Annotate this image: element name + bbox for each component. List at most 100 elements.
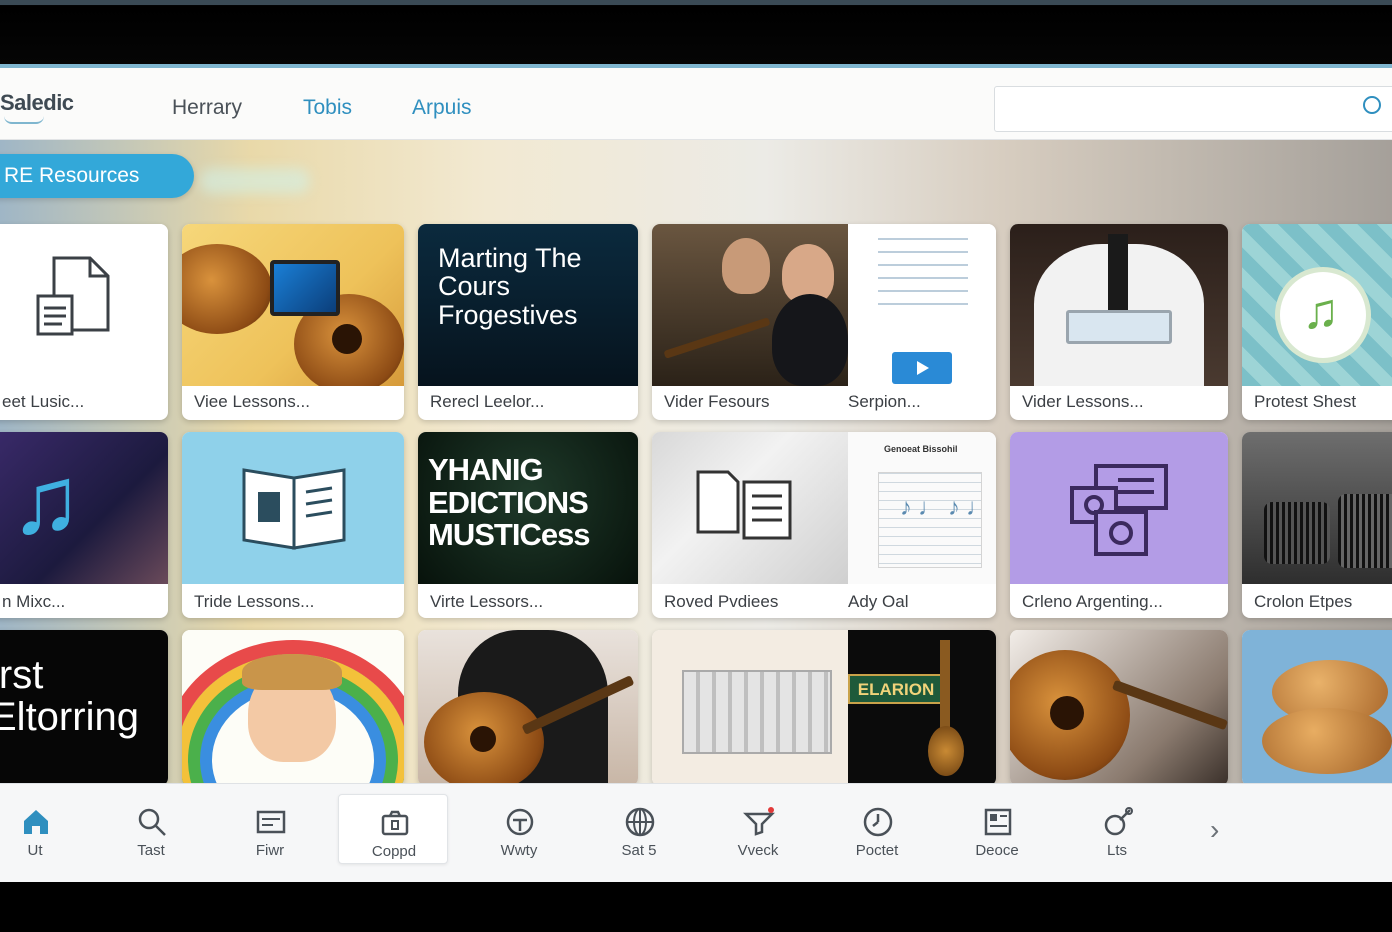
music-note-icon: ♫ [10, 447, 82, 554]
nav-link-arpuis[interactable]: Arpuis [412, 96, 472, 120]
card-thumbnail [652, 630, 848, 786]
resource-card[interactable]: Crolon Etpes [1242, 432, 1392, 618]
app-logo[interactable]: Saledic [0, 90, 74, 116]
resource-card[interactable]: ♫ n Mixc... [0, 432, 168, 618]
guitar-neck [663, 317, 771, 359]
card-thumbnail [1010, 630, 1228, 786]
tab-lts[interactable]: Lts [1062, 794, 1172, 864]
tab-ut[interactable]: Ut [0, 794, 90, 864]
tab-label: Tast [137, 842, 165, 859]
resource-card[interactable]: eet Lusic... [0, 224, 168, 420]
chevron-right-icon[interactable]: › [1210, 814, 1219, 846]
card-caption: Vider Lessons... [1022, 392, 1144, 411]
card-thumbnail: ♫ [0, 432, 168, 584]
card-caption: Crleno Argenting... [1022, 592, 1163, 611]
search-input[interactable] [994, 86, 1392, 132]
card-thumbnail: YHANIG EDICTIONS MUSTICess [418, 432, 638, 584]
resource-card[interactable]: Marting The Cours Frogestives Rerecl Lee… [418, 224, 638, 420]
card-thumbnail [182, 432, 404, 584]
card-thumbnail [1242, 432, 1392, 584]
resource-card[interactable]: ♫ Protest Shest [1242, 224, 1392, 420]
bottom-tab-bar: Ut Tast Fiwr Coppd Wwty Sat 5 Vveck Poct… [0, 783, 1392, 882]
resource-card[interactable]: irst Eltorring [0, 630, 168, 786]
card-caption: Vider Fesours [664, 392, 770, 411]
monitor-top-bezel [0, 0, 1392, 64]
card-thumbnail [182, 224, 404, 386]
nav-link-herrary[interactable]: Herrary [172, 96, 242, 120]
thumbnail-title: YHANIG EDICTIONS MUSTICess [428, 452, 591, 553]
tab-poctet[interactable]: Poctet [822, 794, 932, 864]
panel-lines [878, 238, 968, 308]
card-thumbnail [1010, 224, 1228, 386]
tab-wwty[interactable]: Wwty [464, 794, 574, 864]
tab-label: Lts [1106, 842, 1127, 859]
tab-label: Wwty [500, 842, 538, 859]
tab-label: Deoce [975, 842, 1019, 859]
video-panel [848, 224, 996, 386]
media-gallery-icon [1070, 464, 1168, 556]
tab-label: Fiwr [255, 842, 285, 859]
guitar-sound-hole [1050, 696, 1084, 730]
thumbnail-title: Marting The Cours Frogestives [438, 243, 582, 330]
grid-icon [984, 808, 1012, 836]
card-caption: Roved Pvdiees [664, 592, 779, 611]
resource-card[interactable]: Crleno Argenting... [1010, 432, 1228, 618]
tab-vveck[interactable]: Vveck [703, 794, 813, 864]
card-caption: Tride Lessons... [194, 592, 315, 611]
nav-link-tobis[interactable]: Tobis [303, 96, 352, 120]
resource-card[interactable]: Tride Lessons... [182, 432, 404, 618]
card-caption: Ady Oal [848, 592, 909, 611]
open-book-icon [242, 468, 346, 550]
tab-tast[interactable]: Tast [96, 794, 206, 864]
musician-shirt [772, 294, 848, 386]
clock-icon [863, 807, 893, 837]
resources-section-pill[interactable]: RE Resources [0, 154, 194, 198]
drum-image [1264, 502, 1330, 564]
card-thumbnail: ♫ [1242, 224, 1392, 386]
resource-card[interactable]: ELARION [652, 630, 996, 786]
tab-sat-5[interactable]: Sat 5 [584, 794, 694, 864]
tools-icon [1104, 807, 1133, 836]
card-icon [256, 810, 286, 834]
card-caption: Protest Shest [1254, 392, 1357, 411]
home-icon [24, 810, 48, 834]
card-caption: eet Lusic... [2, 392, 85, 411]
card-thumbnail [418, 630, 638, 786]
banner-label: ELARION [848, 674, 944, 704]
guitar-sound-hole [470, 726, 496, 752]
instrument-image [928, 726, 964, 776]
musician-image [722, 238, 770, 294]
play-button[interactable] [892, 352, 952, 384]
card-caption: n Mixc... [2, 592, 66, 611]
resource-card[interactable]: YHANIG EDICTIONS MUSTICess Virte Lessors… [418, 432, 638, 618]
music-notes: ♪♩♪♩ [900, 494, 996, 521]
tab-label: Vveck [737, 842, 779, 859]
card-thumbnail [0, 224, 168, 386]
top-header: Saledic Herrary Tobis Arpuis [0, 68, 1392, 140]
card-caption: Virte Lessors... [430, 592, 544, 611]
tab-label: Sat 5 [621, 842, 657, 859]
resource-card[interactable] [182, 630, 404, 786]
tab-coppd[interactable]: Coppd [338, 794, 448, 864]
tab-label: Coppd [371, 843, 417, 860]
instrument-image [940, 640, 950, 740]
tab-deoce[interactable]: Deoce [942, 794, 1052, 864]
card-caption: Viee Lessons... [194, 392, 310, 411]
resource-card[interactable] [418, 630, 638, 786]
card-thumbnail [652, 224, 848, 386]
resource-card[interactable]: Genoeat Bissohil ♪♩♪♩ Roved Pvdiees Ady … [652, 432, 996, 618]
search-icon[interactable] [1363, 96, 1381, 114]
guitar-sound-hole [332, 324, 362, 354]
resource-card[interactable] [1242, 630, 1392, 786]
card-thumbnail [182, 630, 404, 786]
resource-card[interactable]: Vider Lessons... [1010, 224, 1228, 420]
child-hair [242, 654, 342, 690]
resource-card[interactable]: Viee Lessons... [182, 224, 404, 420]
card-thumbnail: Marting The Cours Frogestives [418, 224, 638, 386]
globe-icon [625, 807, 655, 837]
card-thumbnail: irst Eltorring [0, 630, 168, 786]
tab-fiwr[interactable]: Fiwr [215, 794, 325, 864]
document-icon [36, 256, 110, 336]
resource-card[interactable] [1010, 630, 1228, 786]
resource-card[interactable]: Vider Fesours Serpion... [652, 224, 996, 420]
